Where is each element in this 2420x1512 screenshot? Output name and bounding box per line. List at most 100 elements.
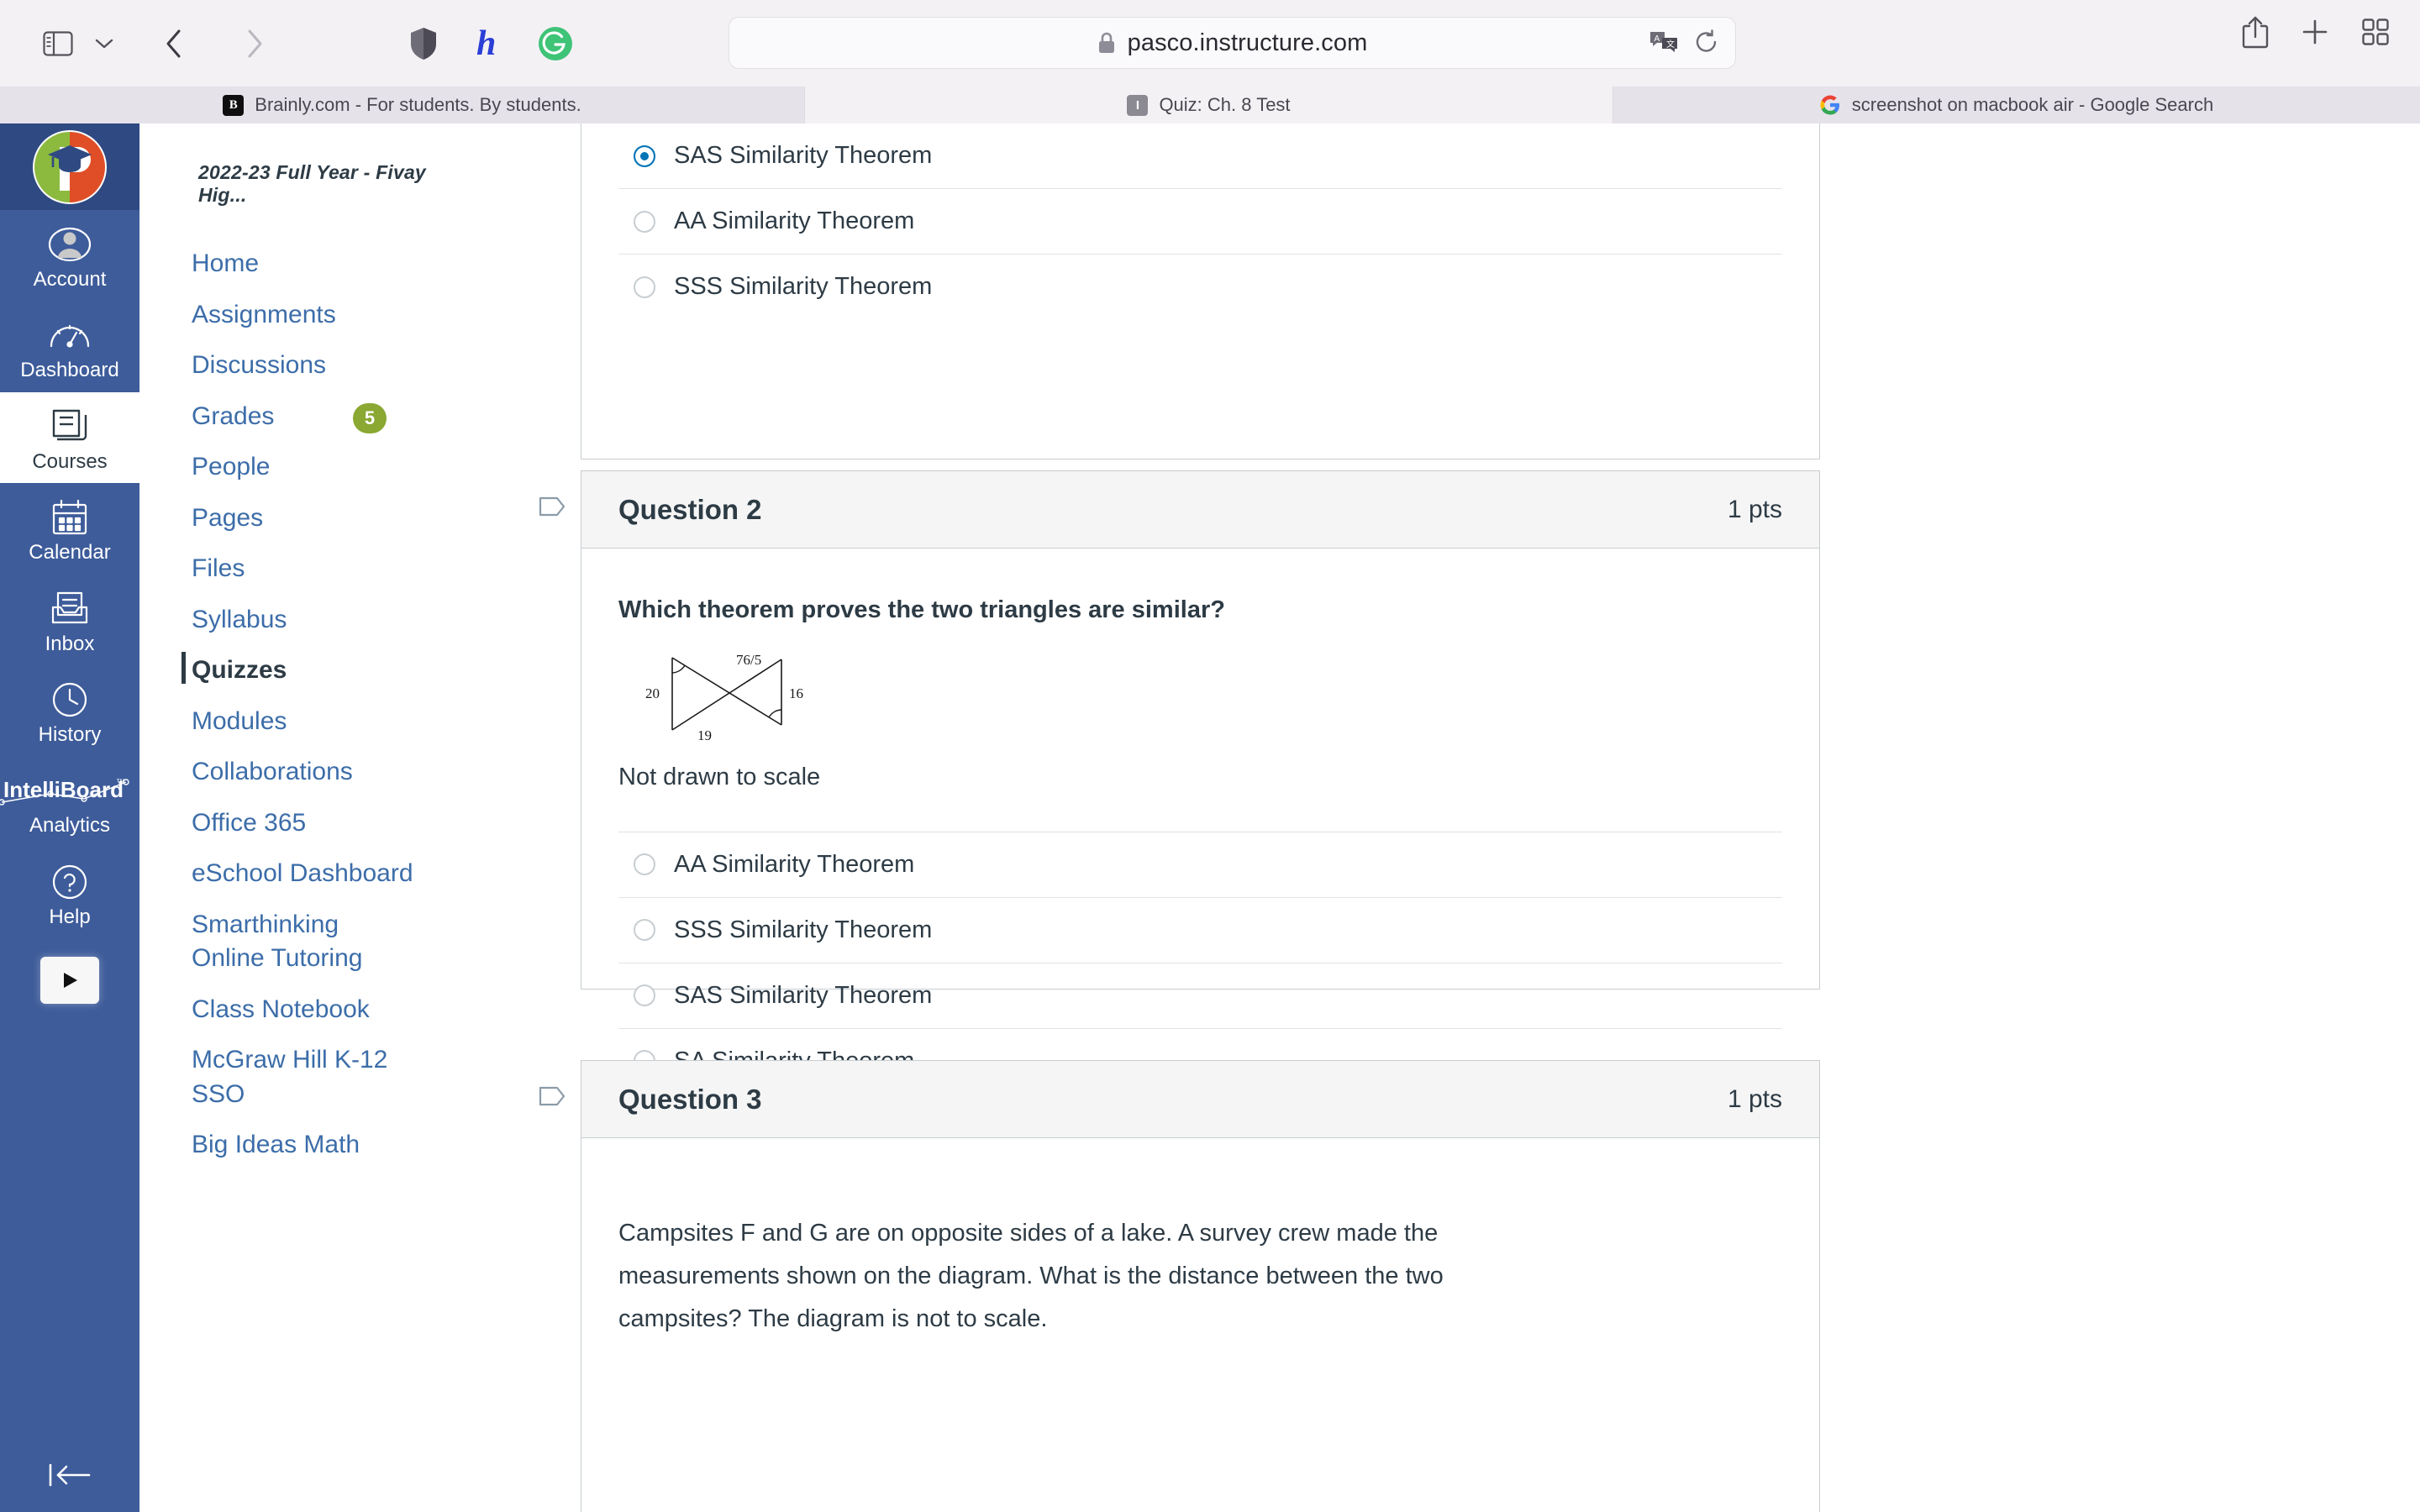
course-nav-item-files[interactable]: Files: [139, 543, 442, 595]
course-nav-item-label: Big Ideas Math: [192, 1131, 360, 1158]
calendar-icon: [50, 495, 89, 540]
answer-label: SSS Similarity Theorem: [674, 273, 933, 300]
radio-button[interactable]: [634, 984, 655, 1006]
course-nav-item-smarthinking-online-tutoring[interactable]: Smarthinking Online Tutoring: [139, 900, 442, 984]
brainly-favicon-icon: B: [223, 94, 245, 116]
pasco-county-schools-logo[interactable]: [0, 123, 139, 210]
radio-button[interactable]: [634, 144, 655, 167]
global-nav-item-inbox[interactable]: Inbox: [0, 575, 139, 665]
answer-label: SAS Similarity Theorem: [674, 142, 933, 169]
svg-text:h: h: [476, 24, 496, 63]
course-nav-item-label: Files: [192, 554, 245, 582]
reload-icon[interactable]: [1695, 29, 1718, 59]
course-nav-item-people[interactable]: People: [139, 442, 442, 493]
tab-quiz[interactable]: I Quiz: Ch. 8 Test: [805, 87, 1613, 123]
global-nav-item-account[interactable]: Account: [0, 210, 139, 301]
question-2-flag-icon[interactable]: [537, 491, 567, 522]
canvas-favicon-icon: I: [1127, 94, 1149, 116]
question-1-answers: SAS Similarity Theorem AA Similarity Theo…: [581, 123, 1819, 319]
course-nav-item-label: Class Notebook: [192, 995, 370, 1023]
course-nav-item-label: Pages: [192, 503, 264, 532]
question-3-flag-icon[interactable]: [537, 1081, 567, 1111]
course-nav-item-discussions[interactable]: Discussions: [139, 340, 442, 391]
question-2-answers: AA Similarity Theorem SSS Similarity Theo…: [618, 831, 1782, 1094]
question-3-number: Question 3: [618, 1083, 762, 1115]
question-2-points: 1 pts: [1727, 495, 1782, 523]
radio-button[interactable]: [634, 276, 655, 298]
answer-option[interactable]: SAS Similarity Theorem: [618, 123, 1782, 188]
radio-button[interactable]: [634, 210, 655, 233]
course-nav-item-collaborations[interactable]: Collaborations: [139, 747, 442, 798]
global-nav-item-help[interactable]: Help: [0, 848, 139, 938]
courses-book-icon: [50, 404, 89, 449]
answer-option[interactable]: SSS Similarity Theorem: [618, 254, 1782, 319]
chevron-down-icon[interactable]: [84, 18, 124, 70]
global-nav-item-label: Calendar: [29, 541, 111, 564]
answer-option[interactable]: AA Similarity Theorem: [618, 188, 1782, 254]
course-nav-item-eschool-dashboard[interactable]: eSchool Dashboard: [139, 848, 442, 900]
grammarly-extension-icon[interactable]: [536, 18, 575, 70]
lock-icon: [1097, 32, 1116, 54]
answer-option[interactable]: SAS Similarity Theorem: [618, 962, 1782, 1028]
global-nav-item-label: Dashboard: [20, 359, 119, 382]
course-nav-item-label: Modules: [192, 706, 287, 735]
global-nav-item-calendar[interactable]: Calendar: [0, 483, 139, 574]
global-nav-item-dashboard[interactable]: Dashboard: [0, 301, 139, 391]
diagram-label-left-side: 20: [645, 685, 660, 701]
tab-overview-icon[interactable]: [2361, 18, 2390, 50]
course-nav-item-quizzes[interactable]: Quizzes: [139, 645, 442, 696]
forward-icon: [229, 18, 281, 70]
quiz-content: SAS Similarity Theorem AA Similarity Theo…: [442, 123, 2420, 1512]
diagram-label-right-side: 16: [789, 685, 803, 701]
course-nav-item-big-ideas-math[interactable]: Big Ideas Math: [139, 1120, 442, 1171]
answer-option[interactable]: SSS Similarity Theorem: [618, 896, 1782, 963]
radio-button[interactable]: [634, 853, 655, 875]
course-nav-item-pages[interactable]: Pages: [139, 493, 442, 544]
play-triangle-icon[interactable]: [40, 957, 99, 1005]
tab-brainly[interactable]: B Brainly.com - For students. By student…: [0, 87, 805, 123]
course-nav-item-syllabus[interactable]: Syllabus: [139, 595, 442, 646]
sidebar-toggle-icon[interactable]: [32, 18, 84, 70]
answer-label: SSS Similarity Theorem: [674, 916, 933, 943]
global-nav-item-history[interactable]: History: [0, 665, 139, 756]
global-nav-item-analytics[interactable]: IntelliBoard ™ Analytics: [0, 756, 139, 847]
course-nav-item-grades[interactable]: Grades 5: [139, 391, 442, 443]
global-nav-item-label: Inbox: [45, 632, 95, 655]
translate-icon[interactable]: A 文: [1649, 30, 1678, 58]
course-nav-item-label: Home: [192, 249, 260, 277]
collapse-nav-icon[interactable]: [0, 1458, 139, 1492]
back-icon[interactable]: [148, 18, 200, 70]
course-nav-item-assignments[interactable]: Assignments: [139, 290, 442, 341]
new-tab-icon[interactable]: [2301, 18, 2329, 50]
question-1-card: SAS Similarity Theorem AA Similarity Theo…: [581, 123, 1820, 459]
intelliboard-logo-icon: IntelliBoard ™: [0, 768, 139, 813]
global-nav-items: Account Dashboard Courses Calendar Inbox Hist…: [0, 210, 139, 938]
tab-google-search[interactable]: screenshot on macbook air - Google Searc…: [1613, 87, 2420, 123]
course-title: 2022-23 Full Year - Fivay Hig...: [198, 161, 426, 206]
global-nav-item-courses[interactable]: Courses: [0, 391, 139, 484]
question-3-body: Campsites F and G are on opposite sides …: [581, 1138, 1819, 1340]
course-nav-item-home[interactable]: Home: [139, 239, 442, 290]
question-3-header: Question 3 1 pts: [581, 1061, 1819, 1138]
course-nav-item-label: eSchool Dashboard: [192, 859, 413, 887]
share-icon[interactable]: [2242, 15, 2269, 53]
question-2-prompt: Which theorem proves the two triangles a…: [618, 596, 1225, 623]
course-nav-item-modules[interactable]: Modules: [139, 696, 442, 748]
honey-extension-icon[interactable]: h: [469, 18, 508, 70]
answer-label: SAS Similarity Theorem: [674, 981, 933, 1009]
url-text: pasco.instructure.com: [1127, 29, 1368, 56]
google-favicon-icon: [1820, 95, 1841, 116]
course-nav-item-class-notebook[interactable]: Class Notebook: [139, 984, 442, 1036]
course-nav-item-mcgraw-hill-k-12-sso[interactable]: McGraw Hill K-12 SSO: [139, 1035, 442, 1120]
browser-toolbar: h pasco.instructure.com A 文: [0, 0, 2420, 87]
radio-button[interactable]: [634, 919, 655, 941]
address-bar[interactable]: pasco.instructure.com A 文: [729, 17, 1736, 69]
question-2-card: Question 2 1 pts Which theorem proves th…: [581, 470, 1820, 1074]
course-nav-item-office-365[interactable]: Office 365: [139, 798, 442, 849]
answer-label: AA Similarity Theorem: [674, 207, 915, 234]
question-3-points: 1 pts: [1727, 1084, 1782, 1113]
answer-label: AA Similarity Theorem: [674, 850, 915, 878]
course-nav-item-label: Quizzes: [192, 656, 287, 684]
answer-option[interactable]: AA Similarity Theorem: [618, 831, 1782, 897]
shield-icon[interactable]: [407, 24, 440, 63]
